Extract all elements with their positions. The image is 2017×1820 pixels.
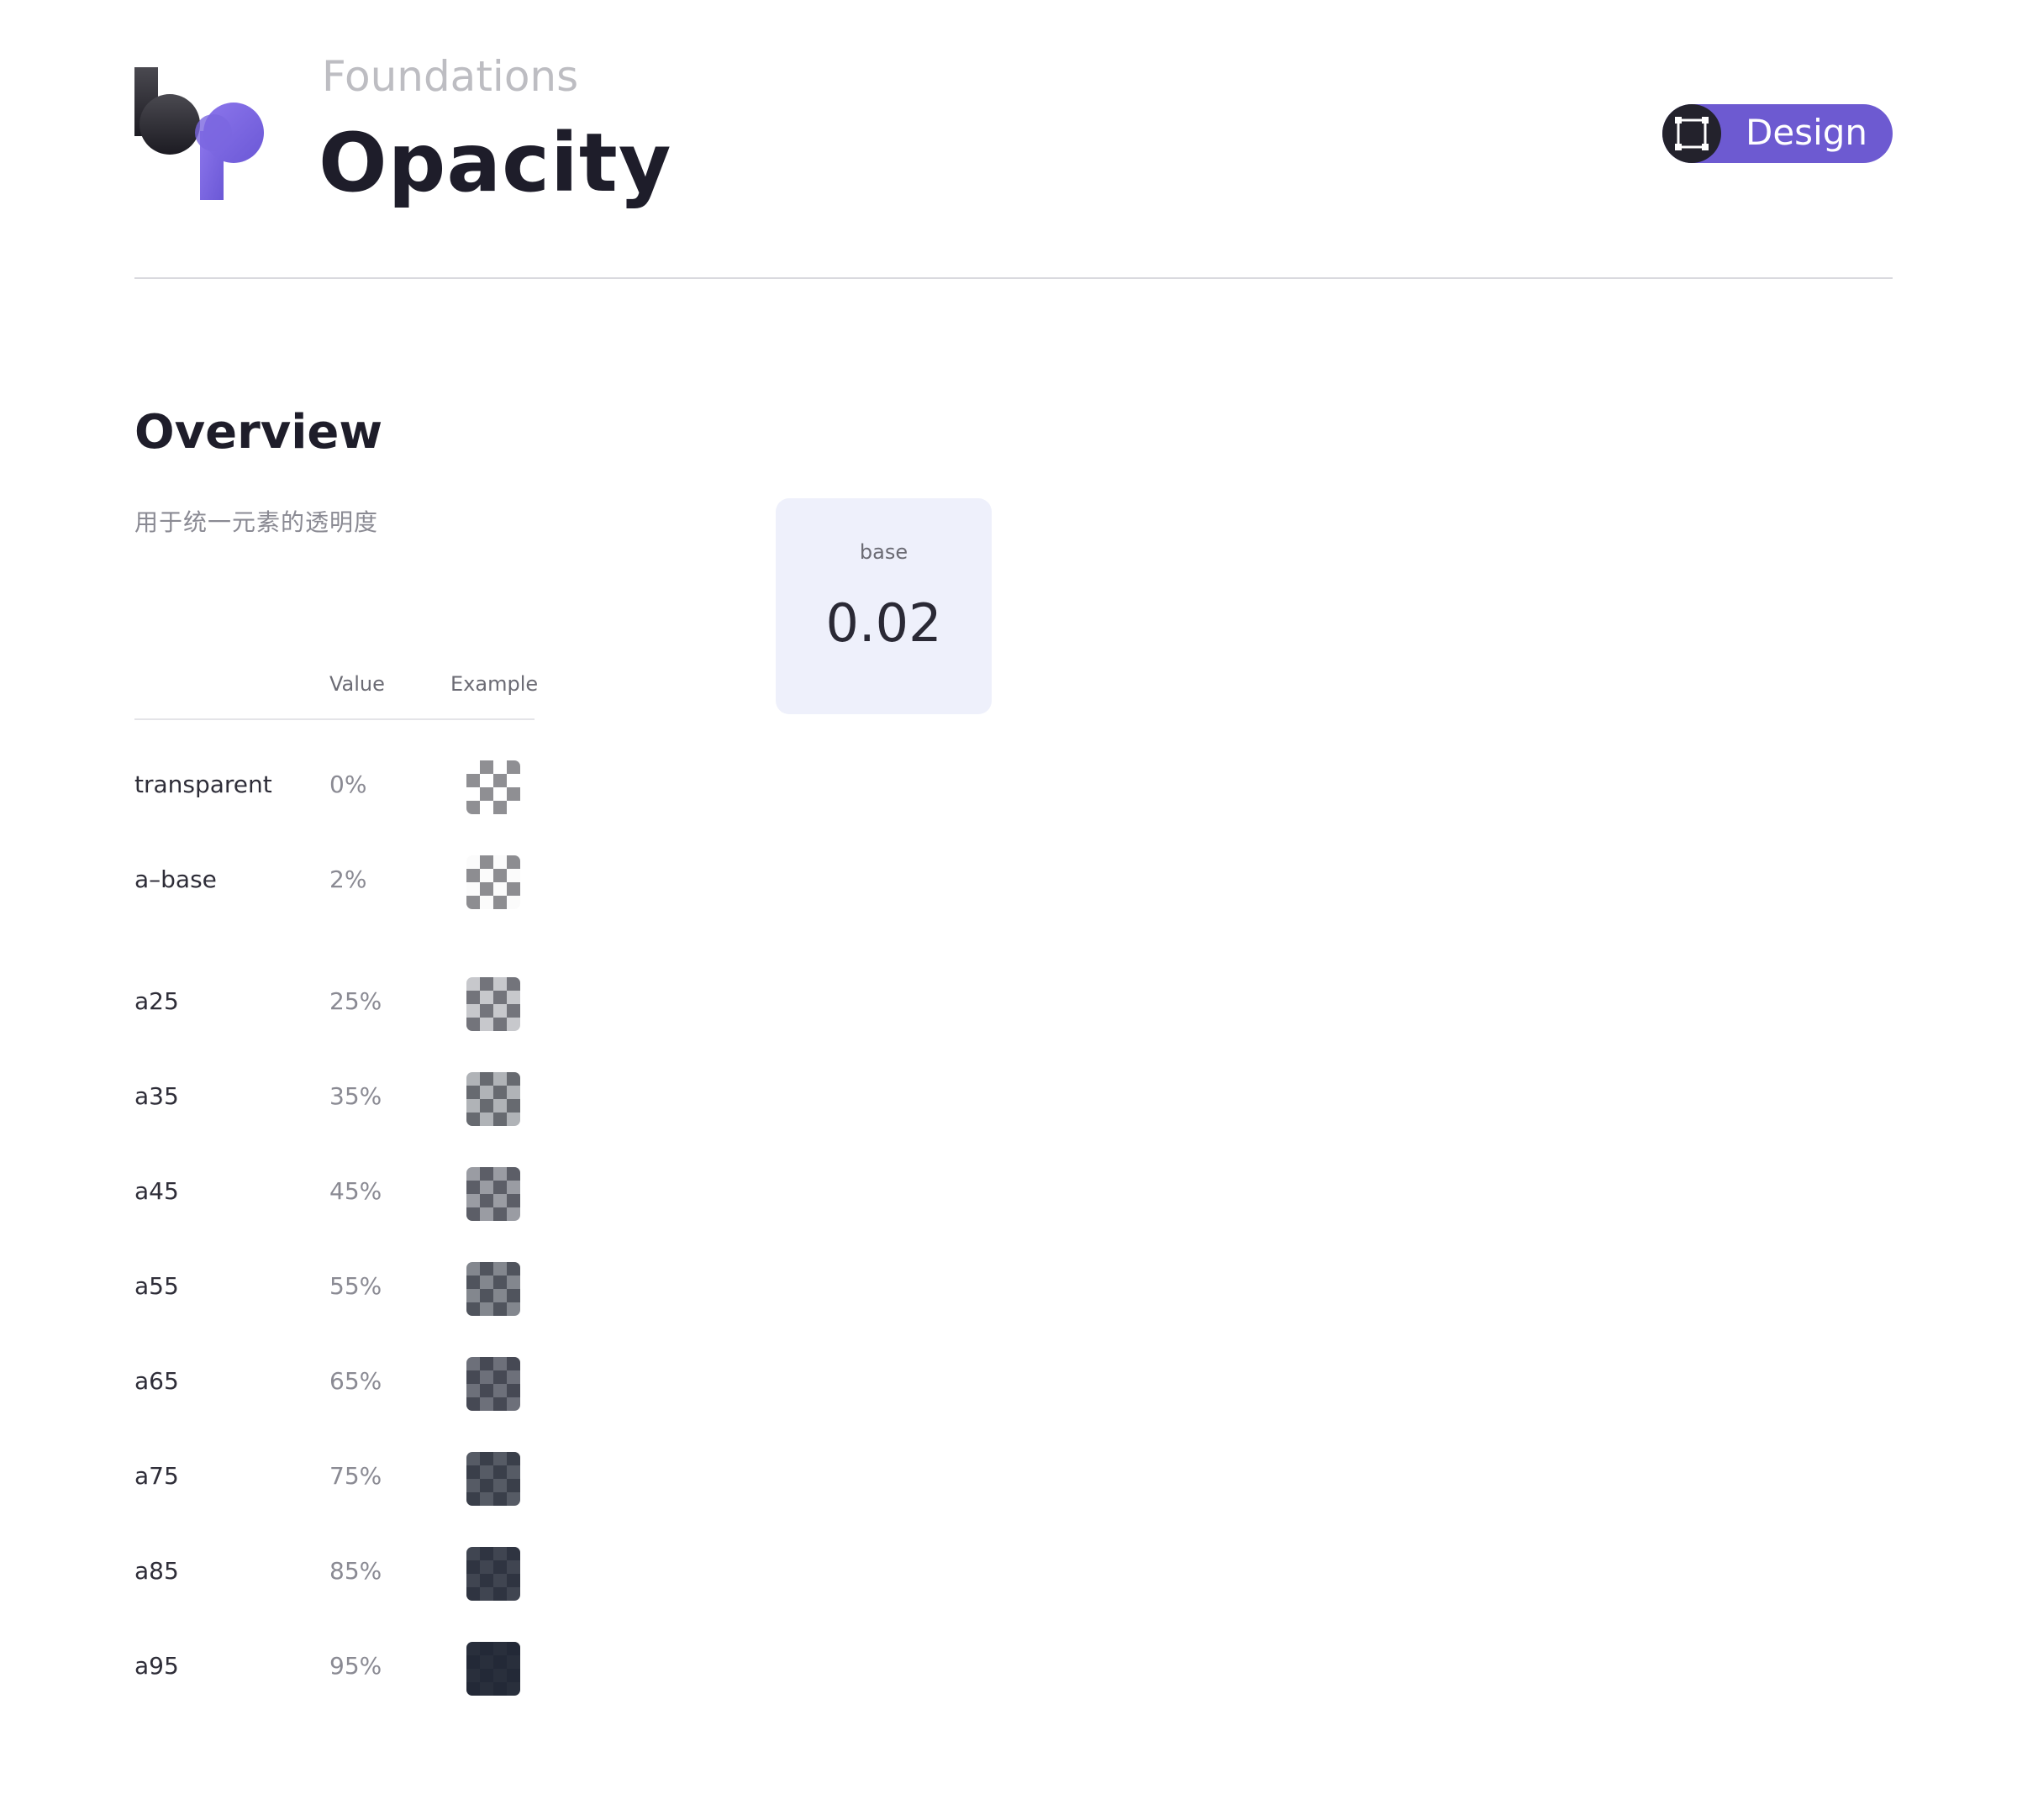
opacity-swatch-a85 (466, 1547, 520, 1601)
design-badge-button[interactable]: Design (1662, 104, 1893, 163)
row-value-a45: 45% (329, 1177, 382, 1205)
column-header-value: Value (329, 672, 385, 696)
row-name-a55: a55 (134, 1272, 179, 1300)
row-value-a35: 35% (329, 1082, 382, 1110)
opacity-swatch-a75 (466, 1452, 520, 1506)
opacity-swatch-a55 (466, 1262, 520, 1316)
header-divider (134, 277, 1893, 279)
frame-icon (1675, 117, 1709, 150)
opacity-swatch-a45 (466, 1167, 520, 1221)
design-badge-icon-holder (1662, 104, 1721, 163)
base-card-label: base (859, 540, 908, 564)
row-name-a95: a95 (134, 1652, 179, 1680)
row-name-a25: a25 (134, 987, 179, 1015)
row-value-a-base: 2% (329, 865, 367, 893)
table-header-divider (134, 718, 535, 720)
row-name-a45: a45 (134, 1177, 179, 1205)
overview-heading: Overview (134, 405, 383, 460)
row-name-a65: a65 (134, 1367, 179, 1395)
opacity-swatch-transparent (466, 760, 520, 814)
base-opacity-card: base 0.02 (776, 498, 992, 714)
row-name-a35: a35 (134, 1082, 179, 1110)
row-value-a85: 85% (329, 1557, 382, 1585)
row-name-a75: a75 (134, 1462, 179, 1490)
opacity-swatch-a-base (466, 855, 520, 909)
brand-logo (134, 67, 264, 200)
opacity-swatch-a65 (466, 1357, 520, 1411)
row-name-transparent: transparent (134, 771, 272, 798)
opacity-swatch-a35 (466, 1072, 520, 1126)
row-value-a25: 25% (329, 987, 382, 1015)
row-value-a55: 55% (329, 1272, 382, 1300)
row-value-a75: 75% (329, 1462, 382, 1490)
row-name-a-base: a–base (134, 865, 217, 893)
base-card-value: 0.02 (825, 592, 942, 654)
page-title: Opacity (319, 116, 672, 210)
overview-description: 用于统一元素的透明度 (134, 508, 379, 536)
opacity-swatch-a95 (466, 1642, 520, 1696)
section-eyebrow: Foundations (322, 52, 579, 101)
row-name-a85: a85 (134, 1557, 179, 1585)
design-badge-label: Design (1746, 112, 1868, 153)
row-value-a95: 95% (329, 1652, 382, 1680)
column-header-example: Example (450, 672, 539, 696)
row-value-a65: 65% (329, 1367, 382, 1395)
opacity-swatch-a25 (466, 977, 520, 1031)
row-value-transparent: 0% (329, 771, 367, 798)
